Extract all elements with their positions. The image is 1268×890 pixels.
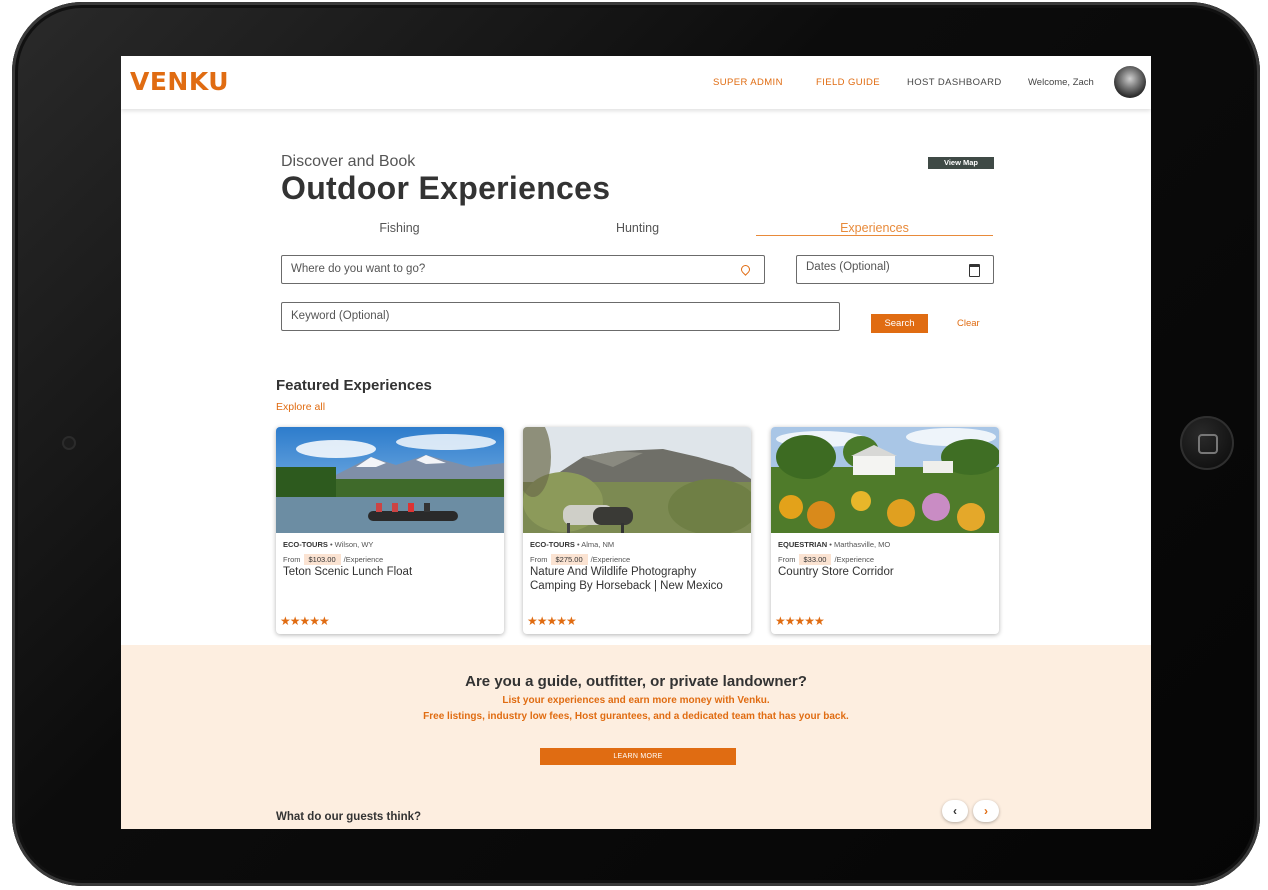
card-location: • Wilson, WY bbox=[329, 540, 374, 549]
card-price: $33.00 bbox=[798, 554, 832, 565]
card-price-line: From $275.00/Experience bbox=[530, 554, 630, 565]
card-title[interactable]: Nature And Wildlife Photography Camping … bbox=[530, 566, 742, 593]
price-unit: /Experience bbox=[834, 555, 875, 564]
experience-card[interactable]: ECO-TOURS • Alma, NM From $275.00/Experie… bbox=[523, 427, 751, 634]
price-unit: /Experience bbox=[343, 555, 384, 564]
tab-fishing[interactable]: Fishing bbox=[281, 221, 518, 235]
guests-title: What do our guests think? bbox=[276, 811, 422, 823]
rafting-photo bbox=[276, 427, 504, 533]
card-price-line: From $33.00/Experience bbox=[778, 554, 874, 565]
featured-title: Featured Experiences bbox=[276, 377, 432, 394]
keyword-placeholder: Keyword (Optional) bbox=[291, 310, 390, 322]
card-meta: ECO-TOURS • Alma, NM bbox=[530, 540, 614, 549]
rating-stars: ★★★★★ bbox=[527, 614, 577, 628]
host-banner: Are you a guide, outfitter, or private l… bbox=[121, 645, 1151, 829]
card-price: $103.00 bbox=[303, 554, 341, 565]
rating-stars: ★★★★★ bbox=[280, 614, 330, 628]
hero-subtitle: Discover and Book bbox=[281, 153, 416, 170]
experience-card[interactable]: ECO-TOURS • Wilson, WY From $103.00/Exper… bbox=[276, 427, 504, 634]
banner-title: Are you a guide, outfitter, or private l… bbox=[465, 673, 807, 690]
keyword-input[interactable]: Keyword (Optional) bbox=[281, 302, 840, 331]
card-category: EQUESTRIAN bbox=[778, 540, 828, 549]
experience-card[interactable]: EQUESTRIAN • Marthasville, MO From $33.00… bbox=[771, 427, 999, 634]
card-price: $275.00 bbox=[550, 554, 588, 565]
price-from: From bbox=[778, 555, 796, 564]
next-arrow-icon[interactable]: › bbox=[973, 800, 999, 822]
dates-placeholder: Dates (Optional) bbox=[806, 261, 890, 273]
location-placeholder: Where do you want to go? bbox=[291, 263, 426, 275]
price-from: From bbox=[283, 555, 301, 564]
top-nav: VENKU SUPER ADMIN FIELD GUIDE HOST DASHB… bbox=[121, 56, 1151, 109]
explore-all-link[interactable]: Explore all bbox=[276, 401, 325, 413]
card-title[interactable]: Teton Scenic Lunch Float bbox=[283, 566, 495, 580]
card-location: • Alma, NM bbox=[576, 540, 615, 549]
card-price-line: From $103.00/Experience bbox=[283, 554, 383, 565]
clear-button[interactable]: Clear bbox=[957, 318, 980, 329]
page-title: Outdoor Experiences bbox=[281, 170, 611, 206]
front-camera bbox=[62, 436, 76, 450]
map-pin-icon bbox=[739, 263, 752, 276]
banner-line-2: Free listings, industry low fees, Host g… bbox=[423, 711, 849, 722]
tab-hunting[interactable]: Hunting bbox=[519, 221, 756, 235]
nav-field-guide[interactable]: FIELD GUIDE bbox=[816, 77, 880, 88]
card-category: ECO-TOURS bbox=[283, 540, 328, 549]
venku-logo[interactable]: VENKU bbox=[130, 67, 229, 96]
card-meta: EQUESTRIAN • Marthasville, MO bbox=[778, 540, 890, 549]
app-screen: VENKU SUPER ADMIN FIELD GUIDE HOST DASHB… bbox=[121, 56, 1151, 829]
avatar[interactable] bbox=[1114, 66, 1146, 98]
learn-more-button[interactable]: LEARN MORE bbox=[540, 748, 736, 765]
price-unit: /Experience bbox=[590, 555, 631, 564]
price-from: From bbox=[530, 555, 548, 564]
rating-stars: ★★★★★ bbox=[775, 614, 825, 628]
nav-host-dashboard[interactable]: HOST DASHBOARD bbox=[907, 77, 1002, 88]
nav-super-admin[interactable]: SUPER ADMIN bbox=[713, 77, 783, 88]
banner-line-1: List your experiences and earn more mone… bbox=[502, 695, 770, 706]
farmhouse-photo bbox=[771, 427, 999, 533]
search-button[interactable]: Search bbox=[871, 314, 928, 333]
dates-input[interactable]: Dates (Optional) bbox=[796, 255, 994, 284]
view-map-button[interactable]: View Map bbox=[928, 157, 994, 169]
card-title[interactable]: Country Store Corridor bbox=[778, 566, 990, 580]
card-meta: ECO-TOURS • Wilson, WY bbox=[283, 540, 373, 549]
tab-experiences[interactable]: Experiences bbox=[756, 221, 993, 236]
card-category: ECO-TOURS bbox=[530, 540, 575, 549]
home-button[interactable] bbox=[1180, 416, 1234, 470]
calendar-icon[interactable] bbox=[969, 264, 980, 277]
horseback-photo bbox=[523, 427, 751, 533]
prev-arrow-icon[interactable]: ‹ bbox=[942, 800, 968, 822]
location-input[interactable]: Where do you want to go? bbox=[281, 255, 765, 284]
card-location: • Marthasville, MO bbox=[829, 540, 891, 549]
welcome-text: Welcome, Zach bbox=[1028, 77, 1094, 88]
